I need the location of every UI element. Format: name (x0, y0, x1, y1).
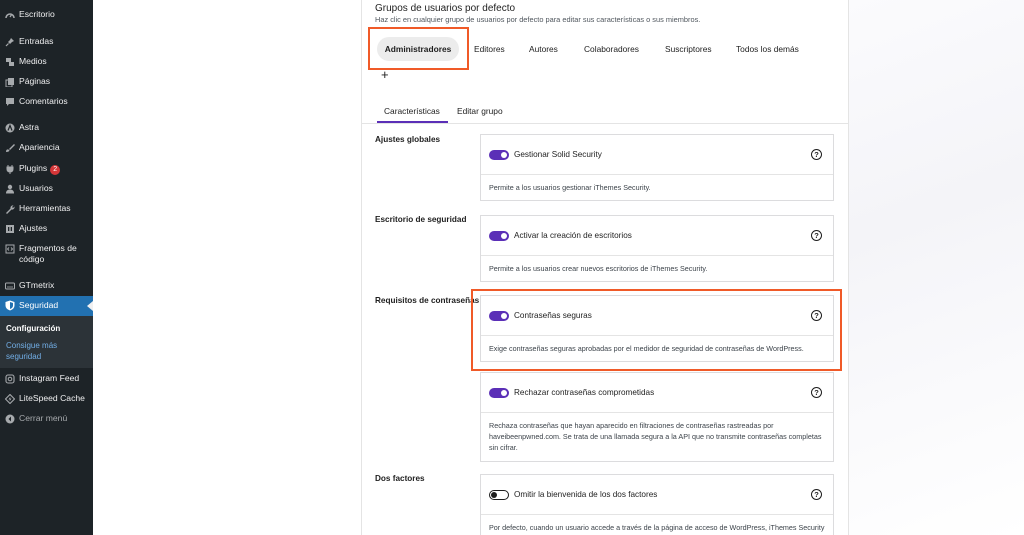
dashboard-icon (4, 9, 15, 20)
tab-todos-los-demas[interactable]: Todos los demás (736, 44, 799, 54)
update-count-badge: 2 (50, 165, 61, 175)
card-description: Permite a los usuarios gestionar iThemes… (489, 183, 651, 192)
pages-icon (4, 76, 15, 87)
settings-icon (4, 223, 15, 234)
active-menu-arrow (87, 301, 93, 311)
section-subtitle: Haz clic en cualquier grupo de usuarios … (375, 15, 701, 24)
feature-card-compromised-passwords: Rechazar contraseñas comprometidas ? Rec… (480, 372, 834, 462)
page-background-right (849, 0, 1024, 535)
card-header: Rechazar contraseñas comprometidas ? (481, 373, 833, 413)
card-title: Gestionar Solid Security (514, 150, 602, 159)
subtab-editar-grupo[interactable]: Editar grupo (457, 106, 503, 116)
shield-icon (4, 300, 15, 311)
collapse-icon (4, 413, 15, 424)
sidebar-item-label: Usuarios (19, 183, 53, 193)
help-icon[interactable]: ? (811, 387, 822, 398)
sidebar-item-label: Seguridad (19, 300, 59, 310)
subtab-divider (362, 123, 848, 124)
manage-security-toggle[interactable] (489, 150, 509, 160)
sidebar-item-label: Plugins 2 (19, 163, 61, 175)
astra-icon (4, 122, 15, 133)
sidebar-item-label: Entradas (19, 36, 54, 46)
group-label-global: Ajustes globales (375, 135, 441, 144)
sidebar-item-label: Astra (19, 122, 40, 132)
submenu-configuracion[interactable]: Configuración (6, 323, 60, 334)
code-icon (4, 243, 15, 254)
create-dashboards-toggle[interactable] (489, 231, 509, 241)
feature-card-skip-two-factor: Omitir la bienvenida de los dos factores… (480, 474, 834, 535)
media-icon (4, 56, 15, 67)
card-title: Omitir la bienvenida de los dos factores (514, 490, 658, 499)
sidebar-item-label: Ajustes (19, 223, 48, 233)
highlight-administradores-tab (368, 27, 469, 70)
card-description: Rechaza contraseñas que hayan aparecido … (489, 421, 822, 452)
card-header: Omitir la bienvenida de los dos factores… (481, 475, 833, 515)
group-label-two-factor: Dos factores (375, 474, 425, 483)
tab-colaboradores[interactable]: Colaboradores (584, 44, 639, 54)
sidebar-item-label: Herramientas (19, 203, 71, 213)
tab-suscriptores[interactable]: Suscriptores (665, 44, 712, 54)
skip-two-factor-toggle[interactable] (489, 490, 509, 500)
card-title: Rechazar contraseñas comprometidas (514, 388, 655, 397)
security-submenu: Configuración Consigue más seguridad (0, 316, 93, 368)
comments-icon (4, 96, 15, 107)
group-label-passwords: Requisitos de contraseñas (375, 296, 480, 305)
litespeed-icon (4, 393, 15, 404)
subtab-caracteristicas[interactable]: Características (384, 106, 440, 116)
add-group-button[interactable]: + (381, 68, 389, 82)
gtmetrix-icon (4, 280, 15, 291)
tab-autores[interactable]: Autores (529, 44, 558, 54)
sidebar-item-label: Instagram Feed (19, 373, 80, 383)
sidebar-item-label: Cerrar menú (19, 413, 68, 423)
sidebar-item-label: GTmetrix (19, 280, 55, 290)
help-icon[interactable]: ? (811, 230, 822, 241)
card-description: Por defecto, cuando un usuario accede a … (489, 523, 825, 532)
sidebar-item-label: Escritorio (19, 9, 55, 19)
card-header: Gestionar Solid Security ? (481, 135, 833, 175)
submenu-get-more-security[interactable]: Consigue más seguridad (6, 340, 86, 362)
wrench-icon (4, 203, 15, 214)
card-description: Permite a los usuarios crear nuevos escr… (489, 264, 708, 273)
brush-icon (4, 142, 15, 153)
help-icon[interactable]: ? (811, 149, 822, 160)
sidebar-item-label: Medios (19, 56, 47, 66)
card-header: Activar la creación de escritorios ? (481, 216, 833, 256)
help-icon[interactable]: ? (811, 489, 822, 500)
admin-sidebar: Configuración Consigue más seguridad Esc… (0, 0, 93, 535)
sidebar-item-label: Apariencia (19, 142, 60, 152)
tab-editores[interactable]: Editores (474, 44, 505, 54)
plugin-icon (4, 163, 15, 174)
sidebar-item-label: Comentarios (19, 96, 68, 106)
sidebar-item-label: Páginas (19, 76, 51, 86)
users-icon (4, 183, 15, 194)
group-label-dashboard: Escritorio de seguridad (375, 215, 467, 224)
sidebar-item-label: LiteSpeed Cache (19, 393, 85, 403)
highlight-strong-passwords-card (471, 289, 842, 371)
section-title: Grupos de usuarios por defecto (375, 3, 516, 14)
pin-icon (4, 36, 15, 47)
compromised-passwords-toggle[interactable] (489, 388, 509, 398)
instagram-icon (4, 373, 15, 384)
feature-card-create-dashboards: Activar la creación de escritorios ? Per… (480, 215, 834, 282)
card-title: Activar la creación de escritorios (514, 231, 632, 240)
sidebar-item-label: Fragmentos de código (19, 243, 77, 264)
feature-card-manage-security: Gestionar Solid Security ? Permite a los… (480, 134, 834, 201)
